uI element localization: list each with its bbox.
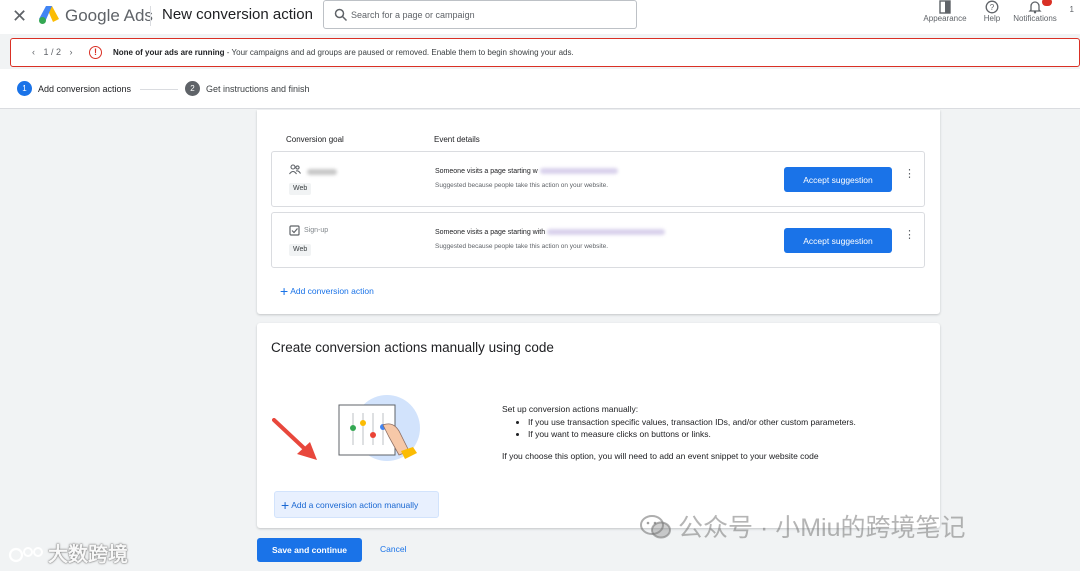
checkbox-icon <box>289 225 300 236</box>
help-icon: ? <box>985 0 999 14</box>
goal-type-chip: Web <box>289 244 312 256</box>
manual-code-illustration <box>338 395 420 461</box>
manual-setup-card: Create conversion actions manually using… <box>257 323 940 528</box>
add-manual-conversion-label: Add a conversion action manually <box>291 499 419 510</box>
appearance-label: Appearance <box>923 14 967 23</box>
suggestion-row: Web Someone visits a page starting w Sug… <box>271 151 925 207</box>
close-icon[interactable]: ✕ <box>12 6 27 27</box>
manual-description: Set up conversion actions manually: If y… <box>502 403 856 462</box>
cancel-button[interactable]: Cancel <box>380 544 406 554</box>
search-input[interactable]: Search for a page or campaign <box>323 0 637 29</box>
notifications-button[interactable]: Notifications <box>1012 0 1058 30</box>
svg-text:?: ? <box>990 3 995 12</box>
event-reason: Suggested because people take this actio… <box>435 182 609 189</box>
chevron-left-icon[interactable]: ‹ <box>32 47 35 57</box>
suggestion-row: Sign-up Web Someone visits a page starti… <box>271 212 925 268</box>
error-icon: ! <box>89 46 102 59</box>
column-header-goal: Conversion goal <box>286 135 344 144</box>
url-redacted <box>539 168 618 175</box>
watermark-left-text: 大数跨境 <box>48 544 128 566</box>
manual-intro: Set up conversion actions manually: <box>502 404 639 414</box>
watermark-right: 公众号 · 小Miu的跨境笔记 <box>640 508 966 544</box>
step-number: 1 <box>17 81 32 96</box>
help-button[interactable]: ? Help <box>978 0 1006 30</box>
event-detail-text: Someone visits a page starting w <box>435 168 538 175</box>
alert-message: None of your ads are running - Your camp… <box>113 48 574 57</box>
watermark-logo-icon <box>8 547 43 563</box>
accept-suggestion-button[interactable]: Accept suggestion <box>784 167 892 192</box>
alert-title: None of your ads are running <box>113 48 225 57</box>
stepper: 1 Add conversion actions 2 Get instructi… <box>0 69 1080 109</box>
notification-badge <box>1042 0 1052 6</box>
help-label: Help <box>983 14 1001 23</box>
chevron-right-icon[interactable]: › <box>70 47 73 57</box>
top-bar: ✕ Google Ads New conversion action Searc… <box>0 0 1080 34</box>
step-connector <box>140 89 178 90</box>
save-and-continue-button[interactable]: Save and continue <box>257 538 362 562</box>
manual-bullet: If you use transaction specific values, … <box>528 416 856 429</box>
manual-bullet-list: If you use transaction specific values, … <box>502 416 856 441</box>
step-label: Add conversion actions <box>38 84 132 94</box>
manual-bullet: If you want to measure clicks on buttons… <box>528 428 856 441</box>
step-number: 2 <box>185 81 200 96</box>
watermark-left: 大数跨境 <box>8 538 128 567</box>
event-detail: Someone visits a page starting w <box>435 168 618 175</box>
alert-banner: ‹ 1 / 2 › ! None of your ads are running… <box>10 38 1080 67</box>
goal-name: Sign-up <box>304 227 329 234</box>
alert-pager-text: 1 / 2 <box>43 47 62 57</box>
red-arrow-annotation <box>272 418 317 460</box>
header-divider <box>150 6 151 26</box>
search-icon <box>334 8 348 22</box>
add-manual-conversion-button[interactable]: + Add a conversion action manually <box>274 491 439 518</box>
add-conversion-action-label: Add conversion action <box>290 286 374 296</box>
appearance-button[interactable]: Appearance <box>922 0 968 30</box>
event-detail: Someone visits a page starting with <box>435 229 666 236</box>
column-header-event: Event details <box>434 135 480 144</box>
plus-icon: + <box>280 283 289 299</box>
account-edge[interactable]: 1 <box>1070 5 1074 14</box>
bell-icon <box>1028 1 1042 14</box>
watermark-right-text: 公众号 · 小Miu的跨境笔记 <box>678 514 966 542</box>
wechat-icon <box>640 515 671 539</box>
brand-name: Google Ads <box>65 6 153 25</box>
alert-pager: ‹ 1 / 2 › <box>29 47 76 57</box>
notifications-label: Notifications <box>1013 14 1057 23</box>
suggestions-card: Conversion goal Event details Web Someon… <box>257 110 940 314</box>
goal-name-redacted <box>307 169 337 175</box>
add-conversion-action-link[interactable]: + Add conversion action <box>280 283 374 299</box>
users-icon <box>289 164 301 175</box>
step-label: Get instructions and finish <box>206 84 310 94</box>
goal-type-chip: Web <box>289 183 312 195</box>
url-redacted <box>547 229 666 236</box>
alert-detail: - Your campaigns and ad groups are pause… <box>224 48 574 57</box>
google-ads-logo <box>39 6 59 24</box>
page-title: New conversion action <box>162 6 313 23</box>
more-options-icon[interactable]: ⋮ <box>904 230 915 241</box>
event-detail-text: Someone visits a page starting with <box>435 229 546 236</box>
accept-suggestion-button[interactable]: Accept suggestion <box>784 228 892 253</box>
appearance-icon <box>939 0 951 14</box>
event-reason: Suggested because people take this actio… <box>435 243 609 250</box>
more-options-icon[interactable]: ⋮ <box>904 169 915 180</box>
plus-icon: + <box>281 496 290 513</box>
search-placeholder: Search for a page or campaign <box>351 10 475 20</box>
manual-note: If you choose this option, you will need… <box>502 450 819 461</box>
manual-card-title: Create conversion actions manually using… <box>271 340 554 355</box>
